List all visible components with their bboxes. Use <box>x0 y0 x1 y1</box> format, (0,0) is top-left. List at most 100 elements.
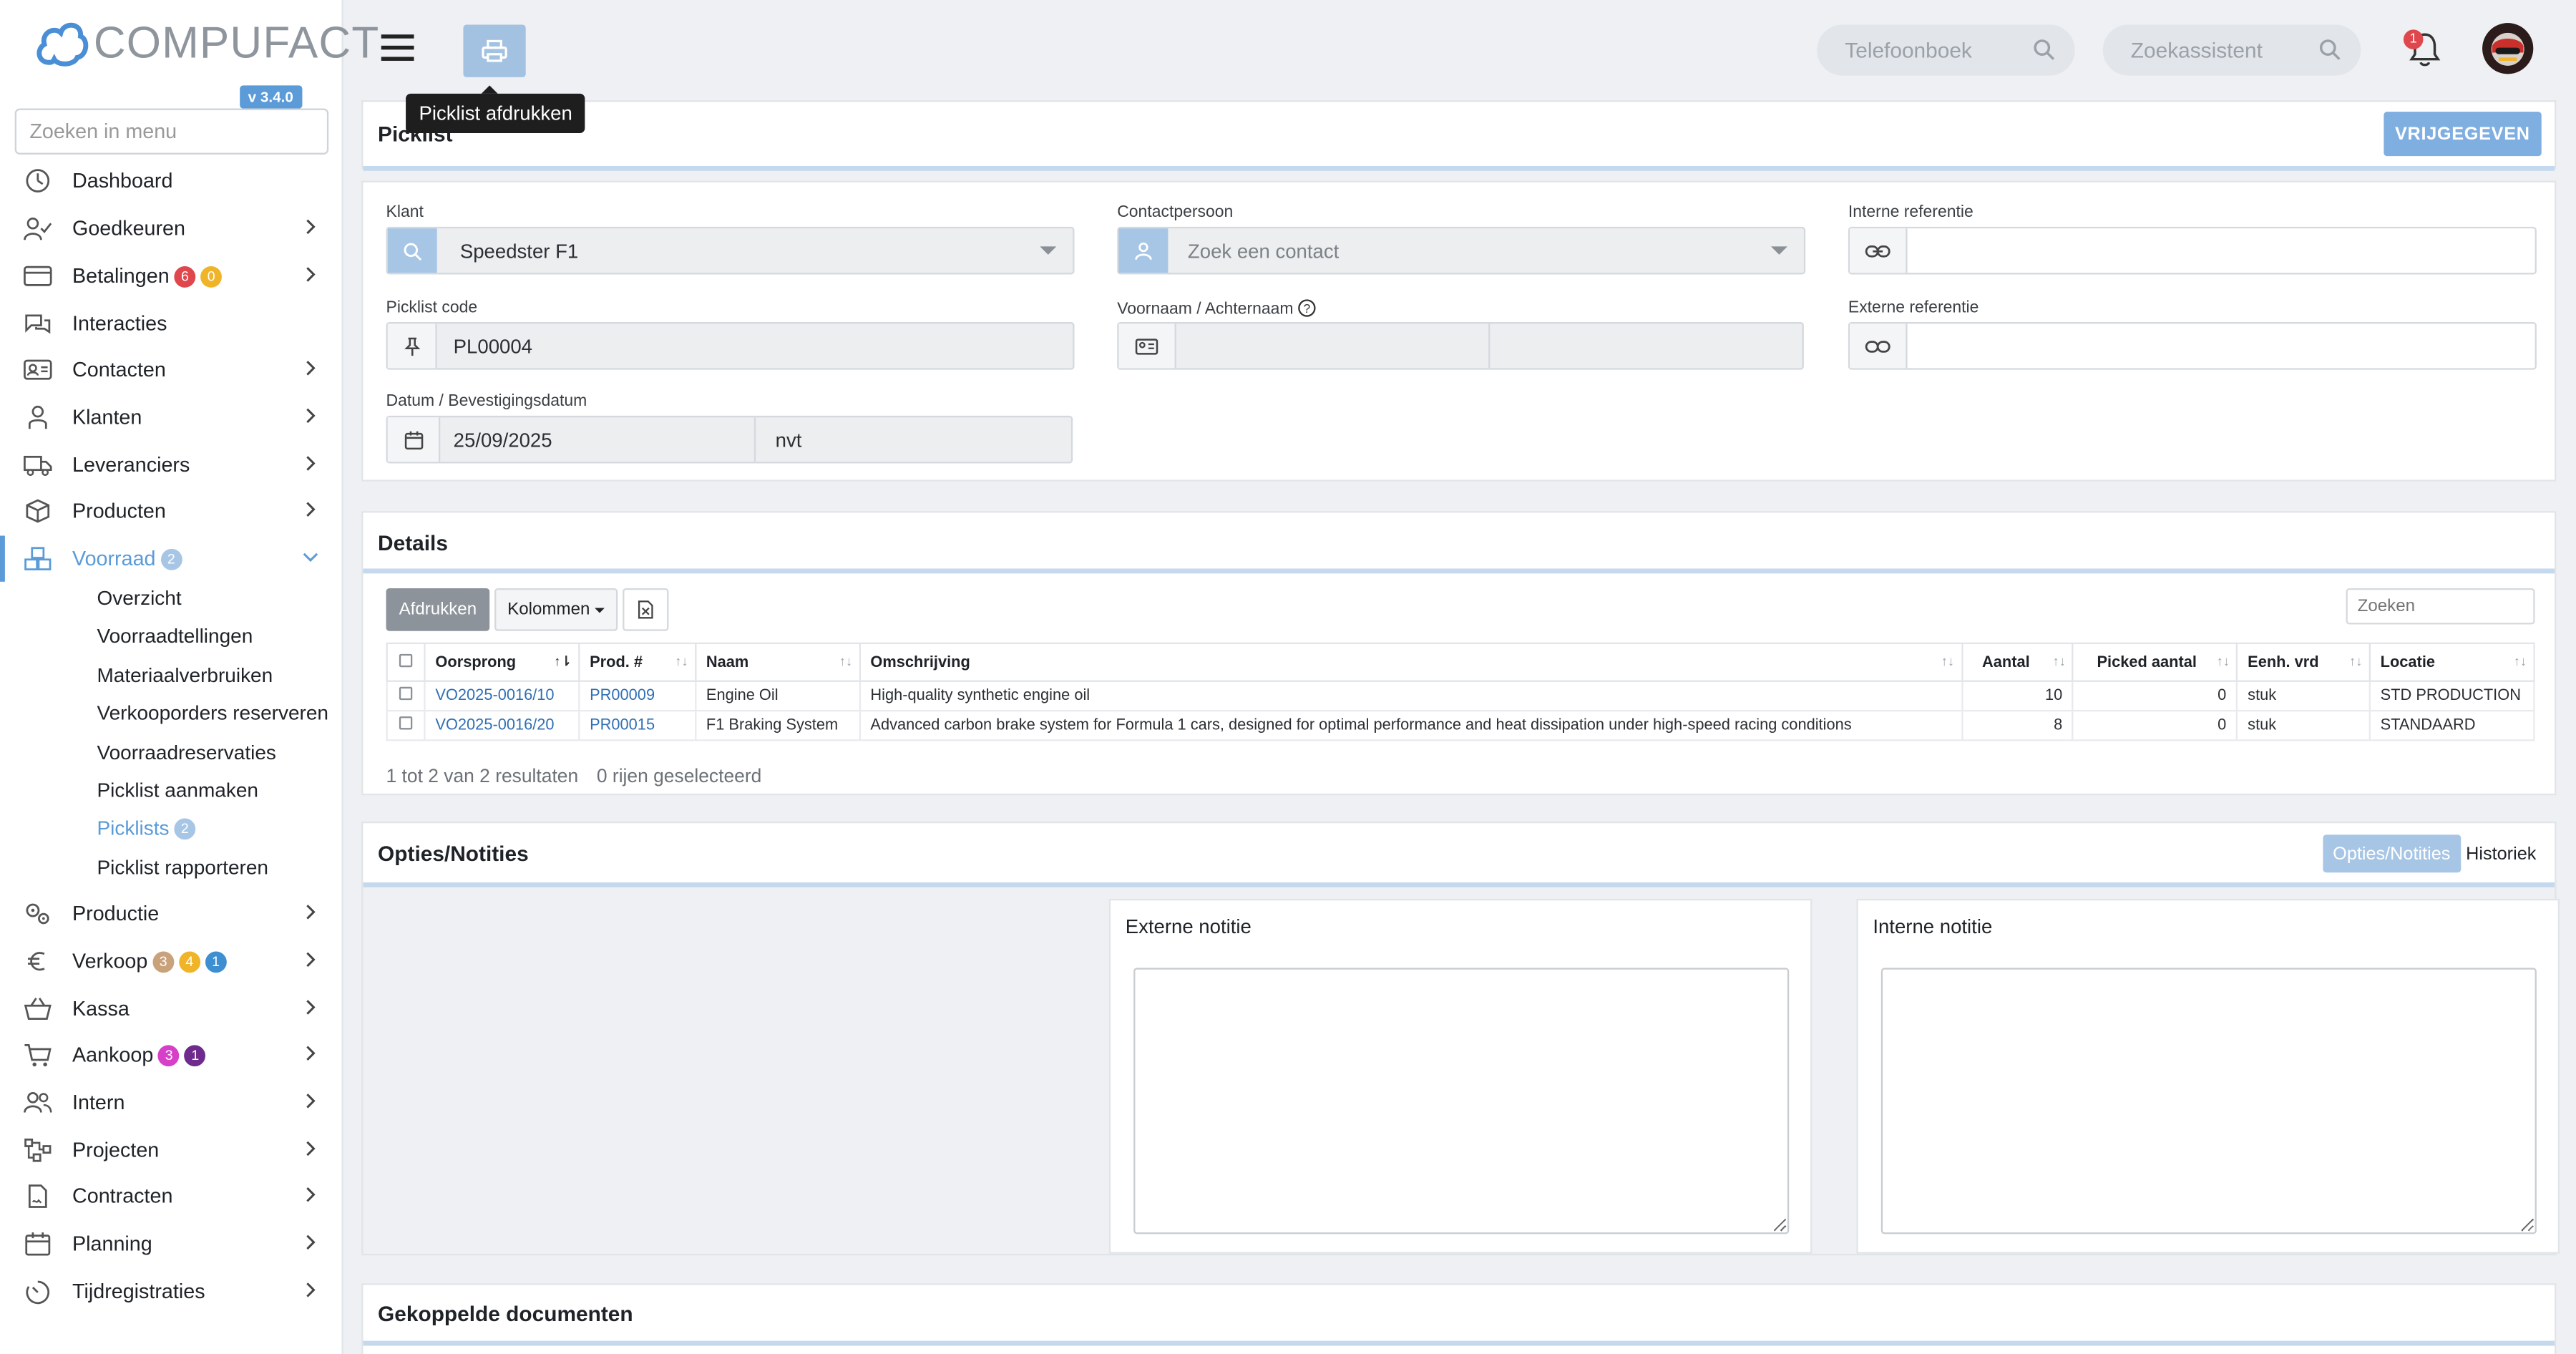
cell-naam: F1 Braking System <box>694 709 861 741</box>
user-check-icon <box>24 218 52 240</box>
name-fields[interactable] <box>1117 322 1804 370</box>
cell-picked-aantal: 0 <box>2072 709 2238 741</box>
sidebar-item-contacten[interactable]: Contacten <box>0 346 343 392</box>
product-link[interactable]: PR00009 <box>590 687 655 705</box>
sidebar-item-goedkeuren[interactable]: Goedkeuren <box>0 205 343 251</box>
sidebar-item-aankoop[interactable]: Aankoop 3 1 <box>0 1032 343 1078</box>
columns-dropdown-button[interactable]: Kolommen <box>494 588 618 631</box>
select-all-checkbox[interactable] <box>399 653 413 667</box>
calendar-icon <box>25 1232 51 1256</box>
print-picklist-button[interactable] <box>463 24 526 77</box>
sidebar-item-verkoop[interactable]: Verkoop 3 4 1 <box>0 938 343 984</box>
sidebar-item-leveranciers[interactable]: Leveranciers <box>0 442 343 488</box>
chevron-right-icon <box>306 1234 316 1250</box>
sort-icon: ↑↓ <box>675 653 688 669</box>
col-header-aantal[interactable]: Aantal ↑↓ <box>1961 642 2074 682</box>
klant-select[interactable]: Speedster F1 <box>386 226 1075 275</box>
sidebar-item-projecten[interactable]: Projecten <box>0 1127 343 1173</box>
notification-count-badge: 1 <box>2403 29 2424 49</box>
documents-title: Gekoppelde documenten <box>378 1301 633 1326</box>
tab-options-notes[interactable]: Opties/Notities <box>2323 834 2461 873</box>
picklist-code-field: PL00004 <box>386 322 1075 370</box>
sidebar-item-planning[interactable]: Planning <box>0 1221 343 1267</box>
select-all-checkbox-cell[interactable] <box>386 642 426 682</box>
release-status-button[interactable]: VRIJGEGEVEN <box>2383 112 2542 157</box>
print-button[interactable]: Afdrukken <box>386 588 490 631</box>
row-checkbox[interactable] <box>399 716 413 730</box>
sidebar-item-voorraad[interactable]: Voorraad 2 <box>0 535 343 582</box>
sidebar-item-label: Kassa <box>72 997 130 1021</box>
submenu-item-picklist-aanmaken[interactable]: Picklist aanmaken <box>97 779 258 802</box>
date-fields[interactable]: 25/09/2025 nvt <box>386 415 1073 464</box>
euro-icon <box>28 952 45 971</box>
sidebar-item-betalingen[interactable]: Betalingen 6 0 <box>0 253 343 299</box>
logo[interactable]: COMPUFACT <box>33 13 379 72</box>
sidebar-item-label: Dashboard <box>72 169 173 193</box>
svg-text:?: ? <box>1304 301 1311 316</box>
cloud-logo-icon <box>36 22 89 67</box>
oorsprong-link[interactable]: VO2025-0016/10 <box>435 687 554 705</box>
internal-note-panel: Interne notitie <box>1856 898 2560 1254</box>
oorsprong-link[interactable]: VO2025-0016/20 <box>435 716 554 734</box>
table-row[interactable]: VO2025-0016/20 PR00015 F1 Braking System… <box>386 709 2535 741</box>
row-checkbox-cell[interactable] <box>386 709 426 741</box>
contact-select[interactable]: Zoek een contact <box>1117 226 1806 275</box>
submenu-item-picklist-rapporteren[interactable]: Picklist rapporteren <box>97 856 268 879</box>
cell-omschrijving: High-quality synthetic engine oil <box>859 680 1963 712</box>
externe-referentie-field[interactable] <box>1848 322 2537 370</box>
table-row[interactable]: VO2025-0016/10 PR00009 Engine Oil High-q… <box>386 680 2535 712</box>
sidebar-item-label: Contacten <box>72 358 166 381</box>
sidebar-item-intern[interactable]: Intern <box>0 1080 343 1126</box>
col-header-oorsprong[interactable]: Oorsprong ↑⇂ <box>424 642 580 682</box>
row-checkbox[interactable] <box>399 686 413 701</box>
col-header-picked-aantal[interactable]: Picked aantal ↑↓ <box>2072 642 2238 682</box>
col-header-locatie[interactable]: Locatie ↑↓ <box>2368 642 2535 682</box>
tab-history[interactable]: Historiek <box>2456 834 2546 872</box>
submenu-item-overzicht[interactable]: Overzicht <box>97 587 181 610</box>
sidebar-item-klanten[interactable]: Klanten <box>0 394 343 440</box>
submenu-item-materiaalverbruiken[interactable]: Materiaalverbruiken <box>97 664 273 687</box>
columns-label: Kolommen <box>507 600 590 620</box>
sidebar-item-kassa[interactable]: Kassa <box>0 986 343 1032</box>
external-note-textarea[interactable] <box>1133 968 1790 1234</box>
menu-search-input[interactable] <box>14 108 329 155</box>
unlink-addon <box>1850 323 1908 369</box>
phonebook-search-input[interactable]: Telefoonboek <box>1817 24 2075 76</box>
submenu-item-label: Picklists <box>97 817 170 840</box>
col-header-prod[interactable]: Prod. # ↑↓ <box>578 642 697 682</box>
count-badge: 6 <box>174 266 196 288</box>
sidebar-item-interacties[interactable]: Interacties <box>0 301 343 346</box>
hamburger-menu-icon[interactable] <box>381 33 414 62</box>
options-header: Opties/Notities Opties/Notities Historie… <box>363 823 2555 887</box>
chevron-right-icon <box>306 408 316 424</box>
user-avatar[interactable] <box>2482 23 2534 74</box>
chevron-down-icon <box>1770 246 1787 255</box>
export-excel-button[interactable] <box>623 588 669 631</box>
col-header-omschrijving[interactable]: Omschrijving ↑↓ <box>859 642 1963 682</box>
submenu-item-voorraadreservaties[interactable]: Voorraadreservaties <box>97 741 275 764</box>
col-header-naam[interactable]: Naam ↑↓ <box>694 642 861 682</box>
submenu-item-verkooporders-reserveren[interactable]: Verkooporders reserveren <box>97 701 328 724</box>
internal-note-textarea[interactable] <box>1880 968 2537 1234</box>
help-circle-icon[interactable]: ? <box>1298 299 1316 317</box>
submenu-item-picklists[interactable]: Picklists 2 <box>97 817 196 840</box>
cell-picked-aantal: 0 <box>2072 680 2238 712</box>
sidebar-item-dashboard[interactable]: Dashboard <box>0 157 343 203</box>
interne-referentie-field[interactable] <box>1848 226 2537 275</box>
submenu-item-voorraadtellingen[interactable]: Voorraadtellingen <box>97 625 253 648</box>
chevron-right-icon <box>306 502 316 517</box>
row-checkbox-cell[interactable] <box>386 680 426 712</box>
truck-icon <box>24 455 52 477</box>
product-link[interactable]: PR00015 <box>590 716 655 734</box>
col-header-eenheid[interactable]: Eenh. vrd ↑↓ <box>2236 642 2371 682</box>
details-table: Oorsprong ↑⇂ Prod. # ↑↓ Naam ↑↓ Omschrijvin… <box>386 642 2535 741</box>
details-search-input[interactable] <box>2346 588 2535 625</box>
sidebar-item-contracten[interactable]: Contracten <box>0 1173 343 1219</box>
sidebar-item-tijdregistraties[interactable]: Tijdregistraties <box>0 1269 343 1315</box>
date-value: 25/09/2025 <box>453 429 552 452</box>
chevron-right-icon <box>306 456 316 471</box>
assistant-search-input[interactable]: Zoekassistent <box>2102 24 2361 76</box>
sidebar-item-productie[interactable]: Productie <box>0 890 343 936</box>
sidebar-item-producten[interactable]: Producten <box>0 488 343 534</box>
date-field-divider <box>753 417 756 462</box>
